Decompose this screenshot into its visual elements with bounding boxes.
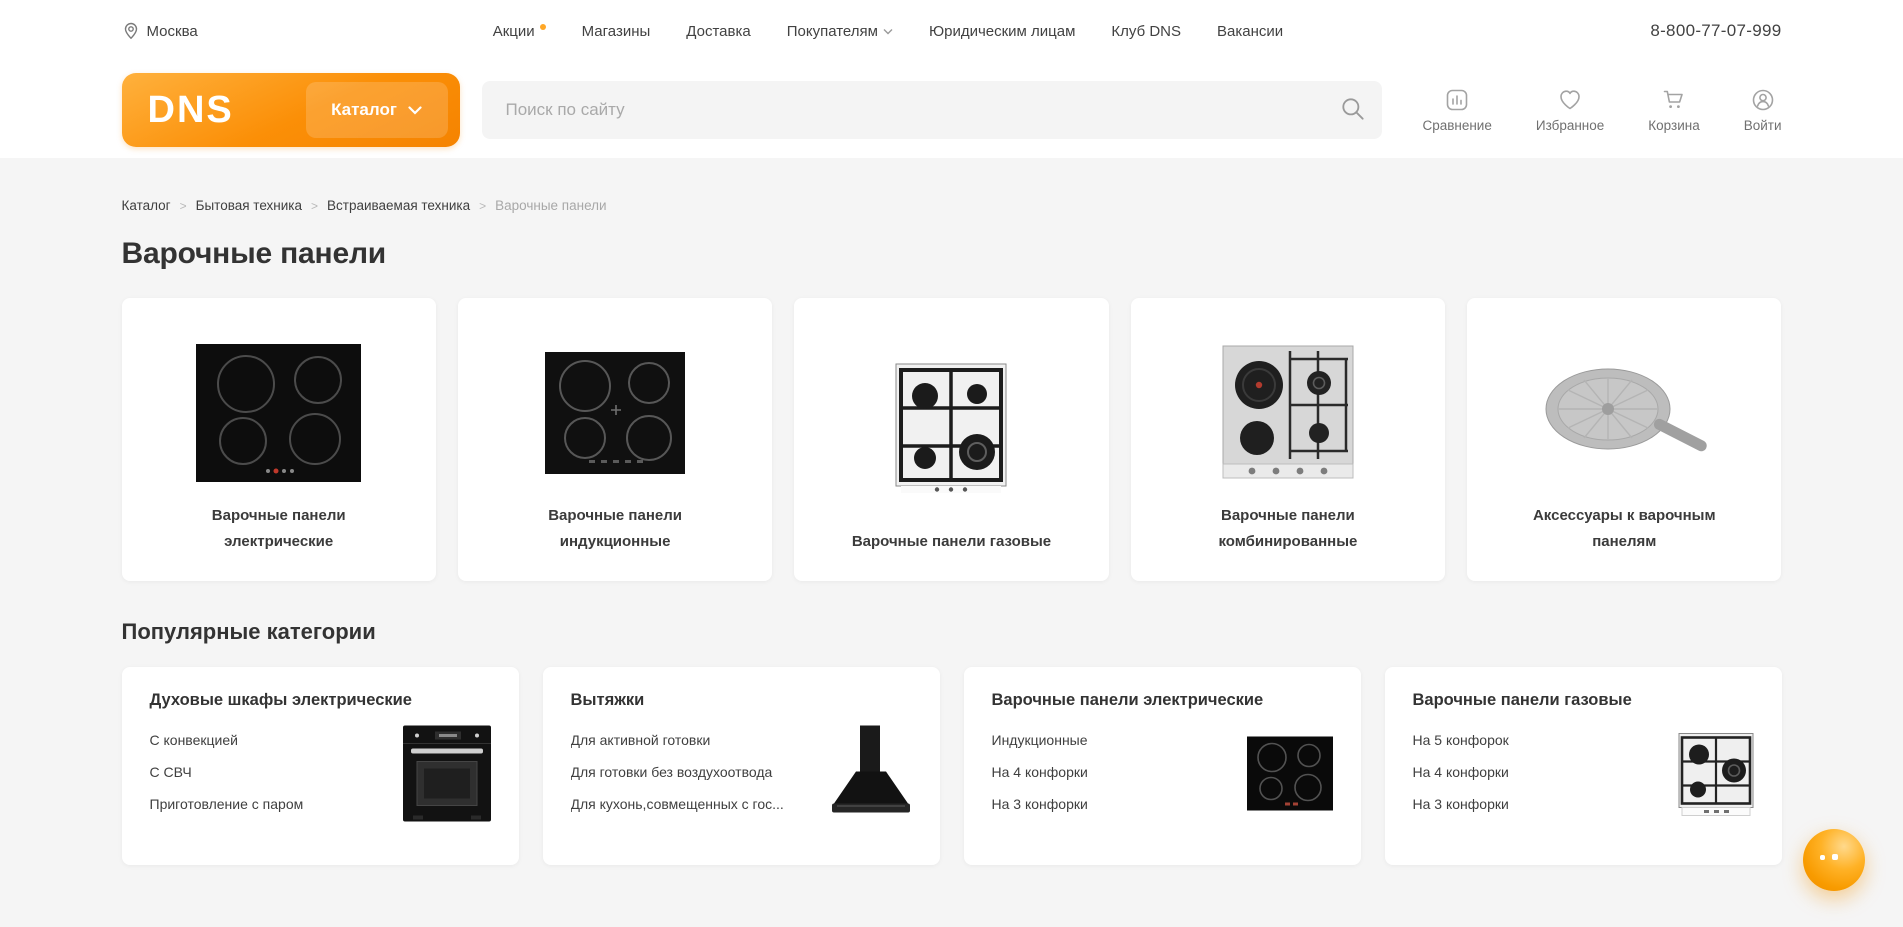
popular-link[interactable]: На 3 конфорки: [992, 788, 1244, 820]
popular-link[interactable]: Индукционные: [992, 724, 1244, 756]
city-name: Москва: [146, 22, 198, 40]
search-input[interactable]: [481, 81, 1383, 139]
popular-card-title[interactable]: Варочные панели газовые: [1413, 691, 1754, 710]
nav-item-promotions[interactable]: Акции: [493, 23, 546, 40]
popular-link[interactable]: С конвекцией: [150, 724, 402, 756]
breadcrumb-builtin[interactable]: Встраиваемая техника: [327, 198, 470, 213]
popular-card-title[interactable]: Вытяжки: [571, 691, 912, 710]
popular-grid: Духовые шкафы электрические С конвекцией…: [121, 667, 1782, 865]
user-icon: [1750, 87, 1776, 113]
breadcrumb: Каталог > Бытовая техника > Встраиваемая…: [122, 198, 1782, 213]
site-search: [481, 81, 1383, 139]
search-icon[interactable]: [1338, 95, 1368, 125]
popular-link[interactable]: Для активной готовки: [571, 724, 823, 756]
combined-hob-image: [1222, 322, 1354, 503]
location-pin-icon: [122, 22, 140, 40]
popular-link[interactable]: Для готовки без воздухоотвода: [571, 756, 823, 788]
nav-item-vacancies[interactable]: Вакансии: [1217, 23, 1283, 40]
dns-logo[interactable]: DNS Каталог: [121, 73, 460, 147]
popular-link[interactable]: Для кухонь,совмещенных с гос...: [571, 788, 823, 820]
compare-button[interactable]: Сравнение: [1422, 87, 1492, 133]
cart-icon: [1661, 87, 1687, 113]
electric-hob-small-image: [1246, 736, 1333, 815]
popular-link[interactable]: Приготовление с паром: [150, 788, 402, 820]
support-phone[interactable]: 8-800-77-07-999: [1650, 21, 1781, 41]
main-header: DNS Каталог Поиск по сайту Сравнение Изб…: [0, 62, 1903, 158]
category-card-electric-hobs[interactable]: Варочные панели электрические: [121, 298, 436, 581]
page-title: Варочные панели: [121, 237, 387, 270]
hob-adapter-image: [1536, 322, 1712, 503]
category-card-hob-accessories[interactable]: Аксессуары к варочным панелям: [1467, 298, 1782, 581]
topbar: Москва Акции Магазины Доставка Покупател…: [0, 0, 1903, 62]
breadcrumb-current: Варочные панели: [495, 198, 607, 213]
nav-item-stores[interactable]: Магазины: [582, 23, 651, 40]
nav-item-legal-entities[interactable]: Юридическим лицам: [929, 23, 1075, 40]
popular-link[interactable]: На 4 конфорки: [992, 756, 1244, 788]
catalog-button[interactable]: Каталог: [305, 82, 448, 138]
popular-link[interactable]: С СВЧ: [150, 756, 402, 788]
cooker-hood-image: [830, 725, 912, 826]
gas-hob-small-image: [1678, 729, 1754, 822]
city-selector[interactable]: Москва: [122, 22, 198, 40]
nav-item-dns-club[interactable]: Клуб DNS: [1111, 23, 1181, 40]
header-actions: Сравнение Избранное Корзина Войти: [1422, 87, 1782, 133]
popular-card-ovens: Духовые шкафы электрические С конвекцией…: [121, 667, 519, 865]
popular-card-title[interactable]: Духовые шкафы электрические: [150, 691, 491, 710]
breadcrumb-appliances[interactable]: Бытовая техника: [196, 198, 302, 213]
electric-hob-image: [196, 322, 362, 503]
top-navigation: Акции Магазины Доставка Покупателям Юрид…: [493, 23, 1283, 40]
breadcrumb-separator: >: [479, 198, 487, 213]
promo-dot: [539, 24, 546, 30]
category-card-gas-hobs[interactable]: Варочные панели газовые: [794, 298, 1109, 581]
category-grid: Варочные панели электрические Варочные п…: [121, 298, 1782, 581]
popular-link[interactable]: На 5 конфорок: [1413, 724, 1665, 756]
category-card-combined-hobs[interactable]: Варочные панели комбинированные: [1130, 298, 1446, 581]
breadcrumb-separator: >: [179, 198, 187, 213]
popular-card-gas-hobs: Варочные панели газовые На 5 конфорок На…: [1384, 667, 1782, 865]
category-card-induction-hobs[interactable]: Варочные панели индукционные: [457, 298, 773, 581]
favorites-button[interactable]: Избранное: [1536, 87, 1604, 133]
login-button[interactable]: Войти: [1744, 87, 1782, 133]
popular-categories-heading: Популярные категории: [121, 619, 376, 644]
chat-assistant-icon: [1832, 854, 1838, 860]
chevron-down-icon: [883, 28, 893, 35]
induction-hob-image: [545, 322, 686, 503]
electric-oven-image: [402, 725, 491, 826]
compare-icon: [1444, 87, 1470, 113]
nav-item-customers[interactable]: Покупателям: [787, 23, 893, 40]
chat-assistant-button[interactable]: [1803, 829, 1865, 891]
dns-logo-text: DNS: [147, 88, 234, 131]
cart-button[interactable]: Корзина: [1648, 87, 1700, 133]
chevron-down-icon: [408, 105, 422, 115]
gas-hob-image: [895, 322, 1007, 529]
popular-card-electric-hobs: Варочные панели электрические Индукционн…: [963, 667, 1361, 865]
heart-icon: [1557, 87, 1583, 113]
popular-card-title[interactable]: Варочные панели электрические: [992, 691, 1333, 710]
popular-link[interactable]: На 4 конфорки: [1413, 756, 1665, 788]
popular-link[interactable]: На 3 конфорки: [1413, 788, 1665, 820]
breadcrumb-catalog[interactable]: Каталог: [122, 198, 171, 213]
popular-card-hoods: Вытяжки Для активной готовки Для готовки…: [542, 667, 940, 865]
nav-item-delivery[interactable]: Доставка: [686, 23, 750, 40]
breadcrumb-separator: >: [311, 198, 319, 213]
chat-assistant-icon: [1820, 855, 1825, 860]
